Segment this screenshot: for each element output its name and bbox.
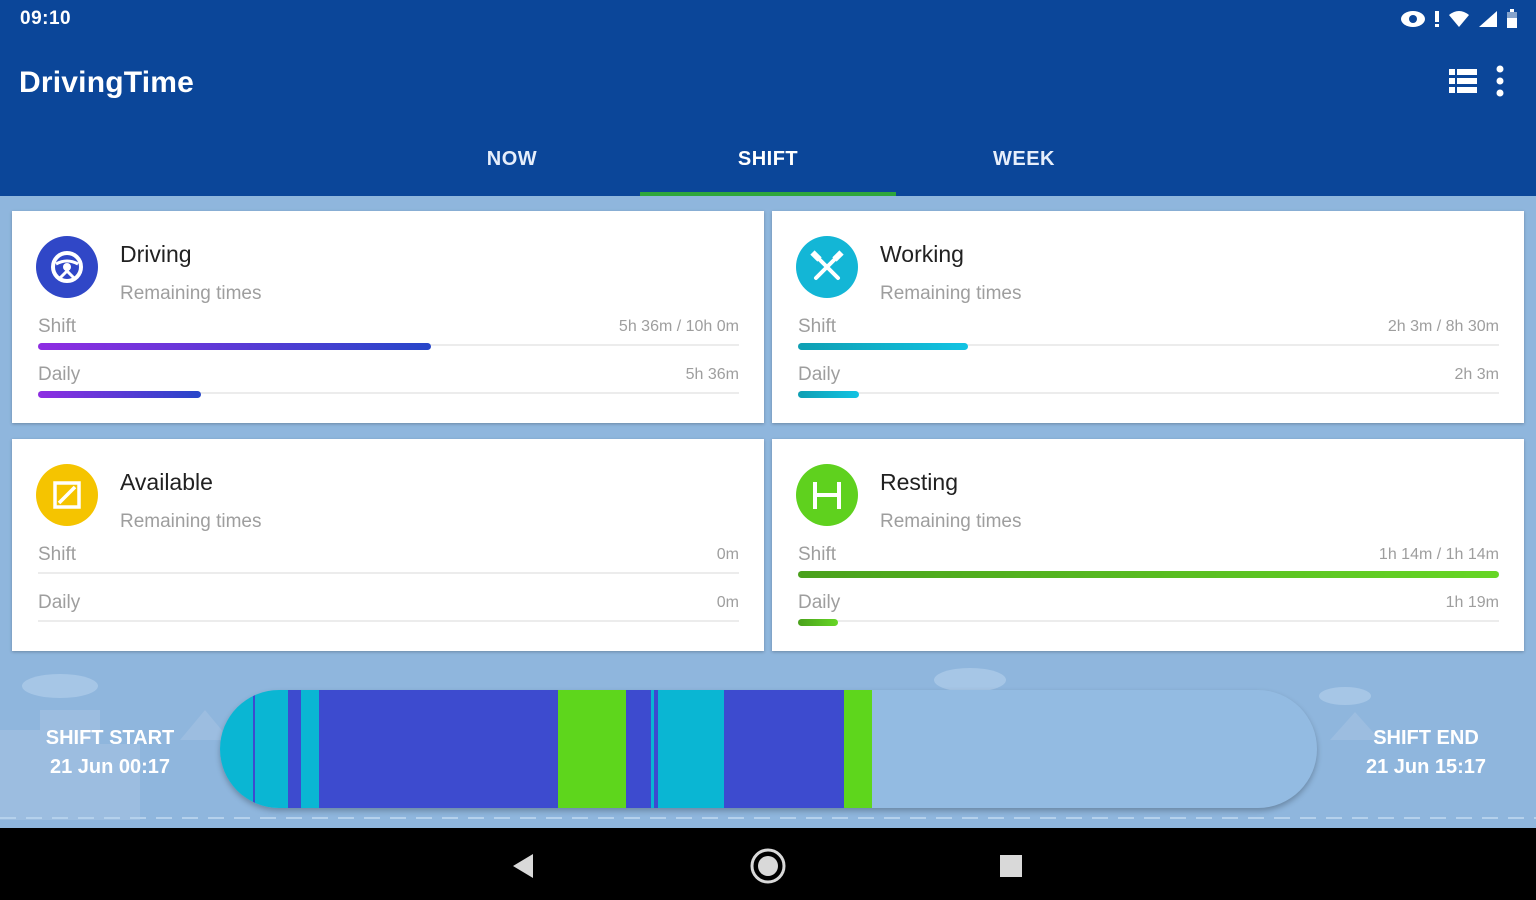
timeline-segment-resting: [557, 690, 626, 808]
timeline-segment-resting: [844, 690, 872, 808]
shift-row: Shift 2h 3m / 8h 30m: [798, 316, 1499, 360]
system-nav-bar: [0, 828, 1536, 900]
card-title: Resting: [880, 469, 958, 495]
app-bar: 09:10 DrivingTime NOW SHIFT WEEK: [0, 0, 1536, 196]
progress-bar: [798, 343, 968, 350]
shift-row: Shift 5h 36m / 10h 0m: [38, 316, 739, 360]
timeline-segment-driving: [625, 690, 652, 808]
row-label: Daily: [38, 592, 81, 613]
progress-track: [38, 620, 739, 622]
alert-icon: [1434, 8, 1440, 30]
steering-wheel-icon: [36, 236, 98, 298]
progress-track: [38, 572, 739, 574]
row-value: 5h 36m / 10h 0m: [618, 318, 739, 335]
card-title: Available: [120, 469, 213, 495]
progress-track: [798, 392, 1499, 394]
tab-bar: NOW SHIFT WEEK: [384, 126, 1152, 196]
shift-row: Shift 0m: [38, 544, 739, 588]
row-value: 0m: [716, 594, 739, 611]
row-value: 1h 19m: [1445, 594, 1499, 611]
card-title: Working: [880, 241, 964, 267]
back-icon[interactable]: [503, 846, 543, 886]
status-time: 09:10: [20, 8, 72, 29]
shift-timeline[interactable]: [220, 690, 1317, 808]
timeline-segment-working: [220, 690, 253, 808]
row-label: Daily: [798, 364, 841, 385]
more-vert-icon[interactable]: [1490, 64, 1510, 98]
progress-bar: [798, 391, 859, 398]
shift-start-label: SHIFT START: [45, 727, 175, 749]
home-icon[interactable]: [748, 846, 788, 886]
shift-end: SHIFT END 21 Jun 15:17: [1346, 724, 1506, 782]
shift-start: SHIFT START 21 Jun 00:17: [30, 724, 190, 782]
card-subtitle: Remaining times: [880, 511, 1022, 532]
row-label: Shift: [38, 316, 77, 337]
signal-icon: [1478, 8, 1498, 30]
card-subtitle: Remaining times: [880, 283, 1022, 304]
recents-icon[interactable]: [991, 846, 1031, 886]
resting-card[interactable]: Resting Remaining times Shift 1h 14m / 1…: [772, 439, 1524, 651]
daily-row: Daily 0m: [38, 592, 739, 636]
progress-bar: [38, 343, 431, 350]
daily-row: Daily 5h 36m: [38, 364, 739, 408]
available-card[interactable]: Available Remaining times Shift 0m Daily…: [12, 439, 764, 651]
driving-card[interactable]: Driving Remaining times Shift 5h 36m / 1…: [12, 211, 764, 423]
tab-shift[interactable]: SHIFT: [640, 126, 896, 196]
shift-start-time: 21 Jun 00:17: [49, 756, 171, 778]
progress-track: [798, 620, 1499, 622]
timeline-segment-working: [301, 690, 319, 808]
shift-end-time: 21 Jun 15:17: [1365, 756, 1487, 778]
working-card[interactable]: Working Remaining times Shift 2h 3m / 8h…: [772, 211, 1524, 423]
timeline-segment-driving: [288, 690, 302, 808]
tab-now[interactable]: NOW: [384, 126, 640, 196]
timeline-segment-driving: [318, 690, 558, 808]
toolbar: DrivingTime: [0, 48, 1536, 114]
row-value: 5h 36m: [685, 366, 739, 383]
row-label: Daily: [798, 592, 841, 613]
available-square-icon: [36, 464, 98, 526]
card-subtitle: Remaining times: [120, 511, 262, 532]
card-title: Driving: [120, 241, 192, 267]
tab-week[interactable]: WEEK: [896, 126, 1152, 196]
row-label: Daily: [38, 364, 81, 385]
status-bar: 09:10: [0, 0, 1536, 40]
progress-bar: [798, 571, 1499, 578]
status-icons: [1400, 8, 1518, 30]
crossed-hammers-icon: [796, 236, 858, 298]
list-view-icon[interactable]: [1446, 66, 1480, 96]
row-value: 0m: [716, 546, 739, 563]
card-subtitle: Remaining times: [120, 283, 262, 304]
row-value: 2h 3m / 8h 30m: [1387, 318, 1499, 335]
row-value: 1h 14m / 1h 14m: [1378, 546, 1499, 563]
battery-icon: [1506, 8, 1518, 30]
daily-row: Daily 2h 3m: [798, 364, 1499, 408]
daily-row: Daily 1h 19m: [798, 592, 1499, 636]
progress-bar: [798, 619, 838, 626]
app-title: DrivingTime: [19, 66, 195, 99]
wifi-icon: [1448, 8, 1470, 30]
eye-icon: [1400, 8, 1426, 30]
row-value: 2h 3m: [1454, 366, 1499, 383]
timeline-segment-working: [255, 690, 288, 808]
progress-bar: [38, 391, 202, 398]
bed-icon: [796, 464, 858, 526]
shift-row: Shift 1h 14m / 1h 14m: [798, 544, 1499, 588]
timeline-segment-driving: [723, 690, 845, 808]
row-label: Shift: [798, 544, 837, 565]
row-label: Shift: [38, 544, 77, 565]
shift-end-label: SHIFT END: [1373, 727, 1479, 749]
timeline-segment-working: [657, 690, 724, 808]
row-label: Shift: [798, 316, 837, 337]
